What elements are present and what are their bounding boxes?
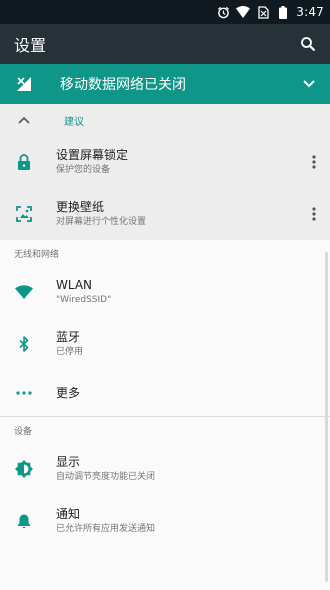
settings-item-more[interactable]: 更多 [0, 370, 330, 416]
app-bar: 设置 [0, 24, 330, 64]
clock: 3:47 [296, 5, 324, 19]
settings-item-title: 蓝牙 [56, 329, 81, 344]
chevron-down-icon[interactable] [298, 73, 320, 95]
scrollbar[interactable] [325, 252, 328, 582]
more-horizontal-icon [14, 383, 34, 403]
signal-off-icon [14, 74, 34, 94]
lock-icon [14, 152, 34, 172]
settings-item-notifications[interactable]: 通知 已允许所有应用发送通知 [0, 495, 330, 547]
wifi-icon [14, 282, 34, 302]
wallpaper-icon [14, 204, 34, 224]
settings-item-subtitle: "WiredSSID" [56, 294, 112, 305]
suggestion-title: 更换壁纸 [56, 199, 105, 214]
wifi-icon [236, 5, 251, 19]
section-header-device: 设备 [14, 426, 33, 437]
settings-item-title: 显示 [56, 454, 81, 469]
suggestions-label: 建议 [64, 116, 84, 128]
settings-item-subtitle: 已停用 [56, 346, 84, 357]
alarm-icon [216, 5, 230, 19]
mobile-data-banner[interactable]: 移动数据网络已关闭 [0, 64, 330, 104]
settings-item-subtitle: 自动调节亮度功能已关闭 [56, 471, 156, 482]
banner-text: 移动数据网络已关闭 [60, 77, 186, 93]
no-sim-icon [256, 5, 270, 19]
suggestion-subtitle: 保护您的设备 [56, 164, 111, 175]
settings-item-title: 通知 [56, 506, 81, 521]
suggestion-wallpaper[interactable]: 更换壁纸 对屏幕进行个性化设置 [0, 188, 330, 240]
page-title: 设置 [14, 36, 47, 55]
settings-item-subtitle: 已允许所有应用发送通知 [56, 523, 156, 534]
suggestions-header[interactable]: 建议 [0, 104, 330, 136]
section-header-wireless: 无线和网络 [14, 249, 60, 260]
suggestion-title: 设置屏幕锁定 [56, 147, 129, 162]
suggestions-panel: 建议 设置屏幕锁定 保护您的设备 更换壁纸 对屏幕进行个性化设置 [0, 104, 330, 240]
more-vert-icon[interactable] [304, 204, 324, 224]
chevron-up-icon[interactable] [14, 110, 34, 130]
battery-icon [276, 5, 290, 19]
status-bar: 3:47 [0, 0, 330, 24]
settings-item-wlan[interactable]: WLAN "WiredSSID" [0, 266, 330, 318]
suggestion-screen-lock[interactable]: 设置屏幕锁定 保护您的设备 [0, 136, 330, 188]
bluetooth-icon [14, 334, 34, 354]
settings-item-bluetooth[interactable]: 蓝牙 已停用 [0, 318, 330, 370]
bell-icon [14, 511, 34, 531]
settings-item-display[interactable]: 显示 自动调节亮度功能已关闭 [0, 443, 330, 495]
more-vert-icon[interactable] [304, 152, 324, 172]
suggestion-subtitle: 对屏幕进行个性化设置 [56, 216, 147, 227]
settings-item-title: 更多 [56, 385, 81, 400]
search-icon[interactable] [296, 32, 320, 56]
settings-item-title: WLAN [56, 277, 93, 292]
brightness-icon [14, 459, 34, 479]
